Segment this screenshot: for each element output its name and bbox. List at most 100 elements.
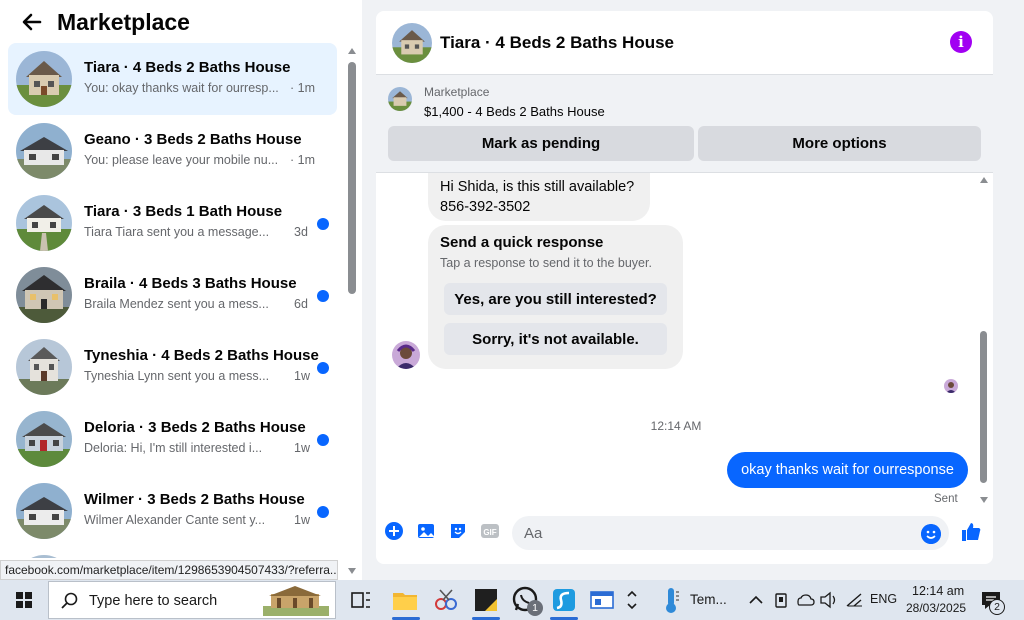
onedrive-icon[interactable] bbox=[794, 584, 816, 616]
conversation-name: Tyneshia · 4 Beds 2 Baths House bbox=[84, 347, 319, 364]
conversation-item[interactable]: Deloria · 3 Beds 2 Baths House Deloria: … bbox=[8, 403, 337, 475]
volume-icon[interactable] bbox=[818, 584, 838, 616]
weather-text[interactable]: Tem... bbox=[690, 592, 727, 607]
quick-response-card: Send a quick response Tap a response to … bbox=[428, 225, 683, 369]
conversation-name: Deloria · 3 Beds 2 Baths House bbox=[84, 419, 306, 436]
search-icon bbox=[61, 592, 78, 609]
sticker-icon[interactable] bbox=[448, 521, 468, 541]
conversation-time: · 1m bbox=[290, 153, 315, 167]
unread-dot bbox=[317, 506, 329, 518]
snipping-tool-icon[interactable] bbox=[430, 584, 462, 616]
search-highlight-image bbox=[263, 586, 329, 616]
device-icon[interactable] bbox=[772, 584, 790, 616]
whatsapp-badge: 1 bbox=[527, 600, 543, 616]
quick-response-title: Send a quick response bbox=[440, 234, 604, 251]
taskbar-search-box[interactable]: Type here to search bbox=[48, 581, 336, 619]
conversation-item[interactable]: Wilmer · 3 Beds 2 Baths House Wilmer Ale… bbox=[8, 475, 337, 547]
sender-avatar[interactable] bbox=[392, 341, 420, 369]
conversation-preview: Tiara Tiara sent you a message... bbox=[84, 225, 270, 239]
quick-response-subtitle: Tap a response to send it to the buyer. bbox=[440, 256, 652, 270]
listing-thumbnail bbox=[16, 411, 72, 467]
message-input[interactable] bbox=[512, 516, 949, 550]
more-options-button[interactable]: More options bbox=[698, 126, 981, 161]
plus-circle-icon[interactable] bbox=[384, 521, 404, 541]
thumbs-up-icon[interactable] bbox=[960, 521, 982, 543]
conversation-scrollbar[interactable] bbox=[346, 44, 358, 578]
task-view-icon[interactable] bbox=[345, 584, 377, 616]
taskbar-overflow-icon[interactable] bbox=[624, 584, 640, 616]
scroll-up-icon[interactable] bbox=[348, 48, 356, 54]
show-hidden-icons-icon[interactable] bbox=[748, 584, 764, 616]
windows-start-icon[interactable] bbox=[0, 580, 48, 620]
language-indicator[interactable]: ENG bbox=[870, 592, 897, 606]
conversation-name: Braila · 4 Beds 3 Baths House bbox=[84, 275, 297, 292]
scrollbar-thumb[interactable] bbox=[980, 331, 987, 483]
message-text: Hi Shida, is this still available? bbox=[440, 179, 635, 195]
outgoing-message: okay thanks wait for ourresponse bbox=[727, 452, 968, 488]
status-bar-url: facebook.com/marketplace/item/1298653904… bbox=[0, 560, 338, 580]
conversation-time: 6d bbox=[294, 297, 308, 311]
notification-badge: 2 bbox=[989, 599, 1005, 615]
windows-taskbar: Type here to search 1 Tem... ENG 12:14 a… bbox=[0, 580, 1024, 620]
info-icon[interactable]: i bbox=[950, 31, 972, 53]
page-title: Marketplace bbox=[57, 9, 190, 35]
quick-reply-yes-button[interactable]: Yes, are you still interested? bbox=[444, 283, 667, 315]
conversation-item[interactable]: Tiara · 4 Beds 2 Baths House You: okay t… bbox=[8, 43, 337, 115]
conversation-name: Geano · 3 Beds 2 Baths House bbox=[84, 131, 302, 148]
conversation-preview: Tyneshia Lynn sent you a mess... bbox=[84, 369, 270, 383]
chat-avatar[interactable] bbox=[392, 23, 432, 63]
conversation-time: 1w bbox=[294, 513, 310, 527]
clock-date[interactable]: 28/03/2025 bbox=[906, 601, 966, 615]
message-timestamp: 12:14 AM bbox=[650, 419, 702, 433]
panel-header: Marketplace bbox=[0, 0, 362, 44]
conversation-item[interactable]: Geano · 3 Beds 2 Baths House You: please… bbox=[8, 115, 337, 187]
conversation-name: Tiara · 4 Beds 2 Baths House bbox=[84, 59, 291, 76]
scroll-up-icon[interactable] bbox=[980, 177, 988, 183]
unread-dot bbox=[317, 362, 329, 374]
app-s-icon[interactable] bbox=[548, 584, 580, 616]
conversation-item[interactable]: Tiara · 3 Beds 1 Bath House Tiara Tiara … bbox=[8, 187, 337, 259]
chat-scrollbar[interactable] bbox=[977, 173, 989, 507]
thermometer-icon[interactable] bbox=[655, 584, 687, 616]
back-arrow-icon[interactable] bbox=[20, 10, 44, 34]
window-app-icon[interactable] bbox=[586, 584, 618, 616]
emoji-icon[interactable] bbox=[921, 524, 941, 544]
conversation-preview: You: okay thanks wait for ourresp... bbox=[84, 81, 279, 95]
message-list: Hi Shida, is this still available? 856-3… bbox=[376, 173, 993, 507]
clock-time[interactable]: 12:14 am bbox=[912, 584, 964, 598]
photo-icon[interactable] bbox=[416, 521, 436, 541]
scrollbar-thumb[interactable] bbox=[348, 62, 356, 294]
file-explorer-icon[interactable] bbox=[389, 584, 421, 616]
scroll-down-icon[interactable] bbox=[348, 568, 356, 574]
listing-thumbnail bbox=[16, 123, 72, 179]
marketplace-label: Marketplace bbox=[424, 85, 490, 99]
gif-icon[interactable]: GIF bbox=[480, 521, 500, 541]
wifi-icon[interactable] bbox=[844, 584, 864, 616]
mark-as-pending-button[interactable]: Mark as pending bbox=[388, 126, 694, 161]
chat-window: Tiara · 4 Beds 2 Baths House i Marketpla… bbox=[376, 11, 993, 564]
svg-text:GIF: GIF bbox=[483, 528, 496, 537]
listing-price[interactable]: $1,400 - 4 Beds 2 Baths House bbox=[424, 104, 605, 119]
seen-receipt-avatar bbox=[944, 379, 958, 393]
listing-thumbnail bbox=[16, 51, 72, 107]
conversation-item[interactable] bbox=[8, 547, 337, 558]
listing-thumbnail bbox=[16, 195, 72, 251]
unread-dot bbox=[317, 434, 329, 446]
unread-dot bbox=[317, 290, 329, 302]
quick-reply-no-button[interactable]: Sorry, it's not available. bbox=[444, 323, 667, 355]
conversation-item[interactable]: Braila · 4 Beds 3 Baths House Braila Men… bbox=[8, 259, 337, 331]
sent-status: Sent bbox=[934, 493, 958, 505]
chat-header: Tiara · 4 Beds 2 Baths House i bbox=[376, 11, 993, 75]
scroll-down-icon[interactable] bbox=[980, 497, 988, 503]
conversation-item[interactable]: Tyneshia · 4 Beds 2 Baths House Tyneshia… bbox=[8, 331, 337, 403]
listing-thumbnail bbox=[16, 483, 72, 539]
chat-title[interactable]: Tiara · 4 Beds 2 Baths House bbox=[440, 33, 674, 53]
listing-thumbnail[interactable] bbox=[388, 87, 412, 111]
conversation-list: Tiara · 4 Beds 2 Baths House You: okay t… bbox=[0, 43, 344, 558]
conversation-time: · 1m bbox=[290, 81, 315, 95]
sticky-notes-icon[interactable] bbox=[470, 584, 502, 616]
message-composer: GIF bbox=[376, 507, 993, 564]
incoming-message: Hi Shida, is this still available? 856-3… bbox=[428, 173, 650, 221]
conversation-name: Tiara · 3 Beds 1 Bath House bbox=[84, 203, 283, 220]
page-scrollbar[interactable] bbox=[1010, 0, 1024, 580]
